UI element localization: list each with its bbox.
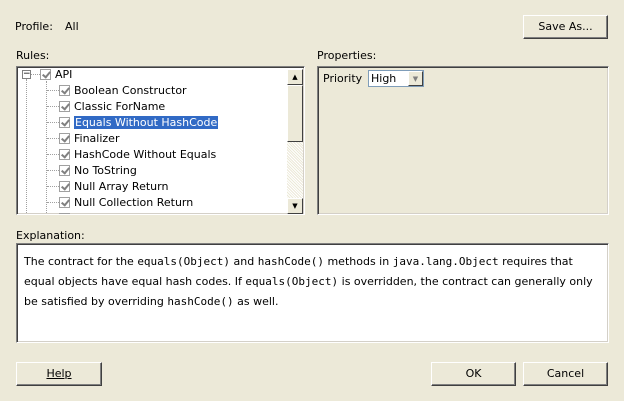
code-fragment: equals(Object) xyxy=(137,255,231,268)
tree-item-label: Equals Without HashCode xyxy=(72,115,220,130)
properties-panel: Priority High ▼ xyxy=(317,66,609,215)
rule-checkbox[interactable] xyxy=(59,101,70,112)
tree-item-label: Boolean Constructor xyxy=(74,84,187,97)
scroll-up-button[interactable]: ▲ xyxy=(287,69,303,85)
api-checkbox[interactable] xyxy=(40,69,51,80)
profile-value: All xyxy=(65,20,79,33)
text-fragment: methods in xyxy=(323,255,393,268)
tree-item-label: Null Array Return xyxy=(74,180,169,193)
tree-item[interactable]: HashCode Without Equals xyxy=(74,147,216,163)
text-fragment: as well. xyxy=(233,295,279,308)
rule-checkbox[interactable] xyxy=(59,117,70,128)
tree-item-label: Null ... xyxy=(74,212,109,214)
ok-button[interactable]: OK xyxy=(431,362,516,386)
properties-label: Properties: xyxy=(317,49,377,62)
priority-label: Priority xyxy=(323,72,363,85)
scroll-down-button[interactable]: ▼ xyxy=(287,198,303,214)
scroll-thumb[interactable] xyxy=(287,85,303,142)
tree-item-label: HashCode Without Equals xyxy=(74,148,217,161)
rule-checkbox[interactable] xyxy=(59,85,70,96)
rule-checkbox[interactable] xyxy=(59,197,70,208)
tree-item[interactable]: Null Array Return xyxy=(74,179,168,195)
code-fragment: hashCode() xyxy=(257,255,324,268)
cancel-button[interactable]: Cancel xyxy=(523,362,608,386)
rules-tree[interactable]: − API Boolean Constructor Classic ForName… xyxy=(16,66,305,215)
tree-root-api[interactable]: API xyxy=(55,67,72,83)
rule-checkbox[interactable] xyxy=(59,149,70,160)
tree-item[interactable]: Finalizer xyxy=(74,131,119,147)
tree-item-label: Null Collection Return xyxy=(74,196,194,209)
tree-item-label: Classic ForName xyxy=(74,100,166,113)
help-button[interactable]: Help xyxy=(16,362,102,386)
rules-label: Rules: xyxy=(16,49,50,62)
explanation-text: The contract for the equals(Object) and … xyxy=(16,243,609,343)
tree-item-label: No ToString xyxy=(74,164,137,177)
rules-scrollbar[interactable]: ▲ ▼ xyxy=(287,69,303,214)
profile-label: Profile: xyxy=(15,20,53,33)
code-fragment: java.lang.Object xyxy=(392,255,499,268)
rule-checkbox[interactable] xyxy=(59,133,70,144)
priority-select[interactable]: High ▼ xyxy=(368,70,424,87)
chevron-down-icon[interactable]: ▼ xyxy=(408,71,423,86)
rule-checkbox[interactable] xyxy=(59,213,70,214)
text-fragment: The contract for the xyxy=(24,255,138,268)
rule-checkbox[interactable] xyxy=(59,181,70,192)
tree-item-label: Finalizer xyxy=(74,132,120,145)
code-fragment: equals(Object) xyxy=(245,275,339,288)
collapse-icon[interactable]: − xyxy=(22,70,31,79)
save-as-button[interactable]: Save As... xyxy=(523,15,608,39)
help-label: Help xyxy=(46,367,72,380)
priority-value: High xyxy=(371,72,397,85)
tree-item[interactable]: Equals Without HashCode xyxy=(72,115,220,131)
tree-item[interactable]: Null Collection Return xyxy=(74,195,193,211)
tree-item[interactable]: Null ... xyxy=(74,211,109,214)
code-fragment: hashCode() xyxy=(167,295,234,308)
explanation-label: Explanation: xyxy=(16,229,85,242)
text-fragment: and xyxy=(230,255,258,268)
tree-item[interactable]: No ToString xyxy=(74,163,137,179)
tree-item[interactable]: Boolean Constructor xyxy=(74,83,187,99)
rule-checkbox[interactable] xyxy=(59,165,70,176)
tree-item[interactable]: Classic ForName xyxy=(74,99,165,115)
